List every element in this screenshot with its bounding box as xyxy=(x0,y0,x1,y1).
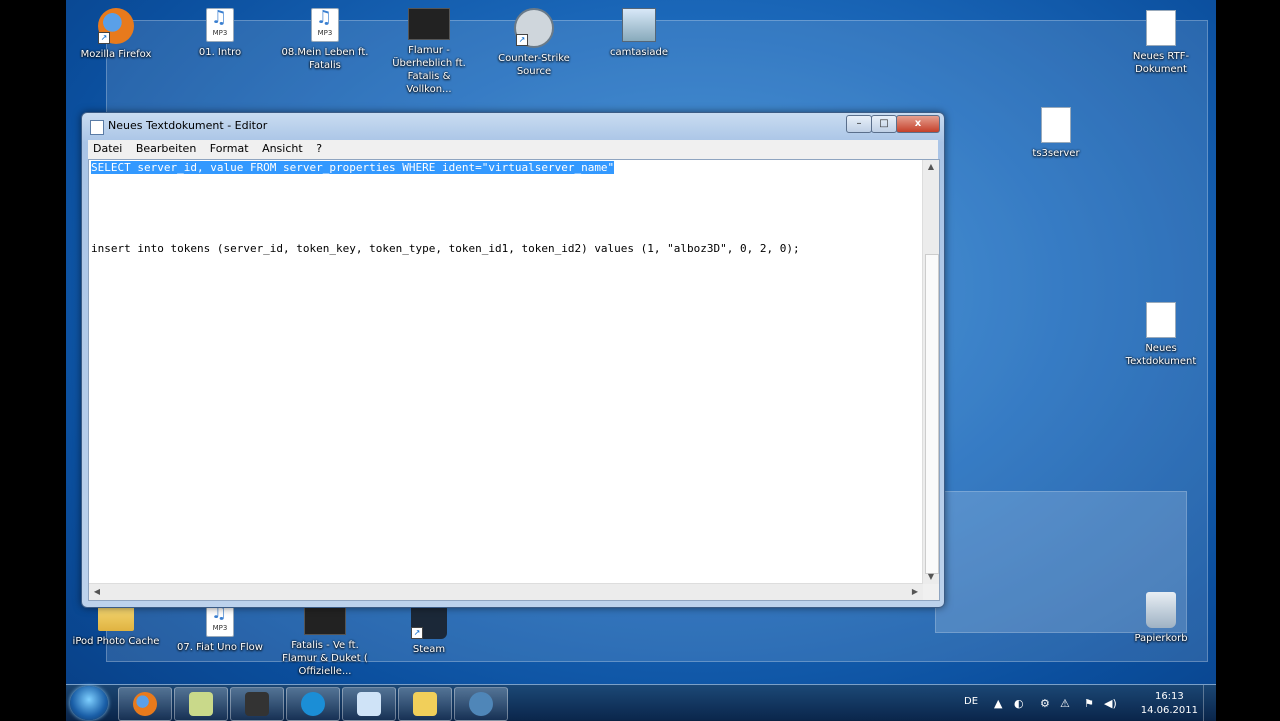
firefox-icon xyxy=(133,692,157,716)
skype-icon xyxy=(301,692,325,716)
network-icon[interactable]: ⚠ xyxy=(1060,697,1070,710)
desktop-icon-01-intro[interactable]: MP3 01. Intro xyxy=(175,8,265,59)
desktop-icon-firefox[interactable]: ↗ Mozilla Firefox xyxy=(71,8,161,61)
steam-tray-icon[interactable]: ⚙ xyxy=(1040,697,1050,710)
mp3-file-icon: MP3 xyxy=(311,8,339,42)
desktop-icon-recycle-bin[interactable]: Papierkorb xyxy=(1116,592,1206,645)
menu-datei[interactable]: Datei xyxy=(88,140,127,157)
close-button[interactable]: x xyxy=(896,115,940,133)
start-orb-icon[interactable] xyxy=(70,686,108,720)
system-tray: DE ▲ ◐ ⚙ ⚠ ⚑ ◀) 16:13 14.06.2011 xyxy=(956,685,1216,721)
scroll-left-icon[interactable]: ◀ xyxy=(89,584,105,600)
scroll-down-icon[interactable]: ▼ xyxy=(923,570,939,584)
menu-bar: Datei Bearbeiten Format Ansicht ? xyxy=(88,140,938,159)
taskbar-teamspeak[interactable] xyxy=(454,687,508,721)
insert-sql-line[interactable]: insert into tokens (server_id, token_key… xyxy=(91,242,800,255)
vertical-scrollbar[interactable]: ▲ ▼ xyxy=(922,160,939,584)
desktop-icon-fiat-uno-flow[interactable]: MP3 07. Fiat Uno Flow xyxy=(175,603,265,654)
maximize-button[interactable]: □ xyxy=(871,115,897,133)
desktop-icon-text-document[interactable]: Neues Textdokument xyxy=(1116,302,1206,368)
menu-help[interactable]: ? xyxy=(311,140,327,157)
clock[interactable]: 16:13 14.06.2011 xyxy=(1141,690,1198,718)
show-hidden-icons-icon[interactable]: ▲ xyxy=(994,697,1002,710)
clock-time: 16:13 xyxy=(1154,691,1184,702)
flag-icon[interactable]: ⚑ xyxy=(1084,697,1094,710)
taskbar-skype[interactable] xyxy=(286,687,340,721)
desktop-icon-steam[interactable]: ↗ Steam xyxy=(384,603,474,656)
volume-icon[interactable]: ◀) xyxy=(1104,697,1117,710)
scroll-corner xyxy=(923,584,939,600)
config-file-icon xyxy=(1041,107,1071,143)
notes-icon xyxy=(189,692,213,716)
scroll-thumb[interactable] xyxy=(925,254,939,574)
taskbar-notes[interactable] xyxy=(174,687,228,721)
media-icon xyxy=(245,692,269,716)
selected-sql-line[interactable]: SELECT server_id, value FROM server_prop… xyxy=(91,161,615,174)
desktop-icon-camtasiade[interactable]: camtasiade xyxy=(594,8,684,59)
firefox-icon: ↗ xyxy=(98,8,134,44)
text-editor[interactable]: SELECT server_id, value FROM server_prop… xyxy=(88,159,940,601)
minimize-button[interactable]: – xyxy=(846,115,872,133)
taskbar-notepad[interactable] xyxy=(342,687,396,721)
desktop-icon-ipod-photo-cache[interactable]: iPod Photo Cache xyxy=(71,603,161,648)
video-file-icon xyxy=(408,8,450,40)
notepad-icon xyxy=(90,120,104,135)
language-indicator[interactable]: DE xyxy=(964,696,978,707)
menu-bearbeiten[interactable]: Bearbeiten xyxy=(131,140,201,157)
steam-icon: ↗ xyxy=(411,603,447,639)
notepad-window[interactable]: Neues Textdokument - Editor – □ x Datei … xyxy=(81,112,945,608)
scroll-up-icon[interactable]: ▲ xyxy=(923,160,939,174)
explorer-icon xyxy=(413,692,437,716)
scroll-right-icon[interactable]: ▶ xyxy=(907,584,923,600)
clock-date: 14.06.2011 xyxy=(1140,705,1198,716)
mp3-file-icon: MP3 xyxy=(206,603,234,637)
counter-strike-icon: ↗ xyxy=(514,8,554,48)
show-desktop-button[interactable] xyxy=(1203,685,1216,721)
desktop-icon-flamur-video[interactable]: Flamur - Überheblich ft. Fatalis & Vollk… xyxy=(384,8,474,96)
notepad-icon xyxy=(357,692,381,716)
taskbar-media[interactable] xyxy=(230,687,284,721)
taskbar-explorer[interactable] xyxy=(398,687,452,721)
horizontal-scrollbar[interactable]: ◀ ▶ xyxy=(89,583,923,600)
desktop-icon-rtf-document[interactable]: Neues RTF-Dokument xyxy=(1116,10,1206,76)
teamspeak-icon xyxy=(469,692,493,716)
recycle-bin-icon xyxy=(1146,592,1176,628)
desktop-icon-fatalis-video[interactable]: Fatalis - Ve ft. Flamur & Duket ( Offizi… xyxy=(280,603,370,678)
installer-icon xyxy=(622,8,656,42)
text-document-icon xyxy=(1146,302,1176,338)
taskbar: DE ▲ ◐ ⚙ ⚠ ⚑ ◀) 16:13 14.06.2011 xyxy=(66,684,1216,721)
desktop-icon-counter-strike[interactable]: ↗ Counter-Strike Source xyxy=(489,8,579,78)
taskbar-firefox[interactable] xyxy=(118,687,172,721)
rtf-document-icon xyxy=(1146,10,1176,46)
menu-format[interactable]: Format xyxy=(205,140,254,157)
menu-ansicht[interactable]: Ansicht xyxy=(257,140,308,157)
window-title: Neues Textdokument - Editor xyxy=(108,119,268,132)
desktop-icon-mein-leben[interactable]: MP3 08.Mein Leben ft. Fatalis xyxy=(280,8,370,72)
mp3-file-icon: MP3 xyxy=(206,8,234,42)
tray-app-icon[interactable]: ◐ xyxy=(1014,697,1024,710)
desktop-icon-ts3server[interactable]: ts3server xyxy=(1011,107,1101,160)
